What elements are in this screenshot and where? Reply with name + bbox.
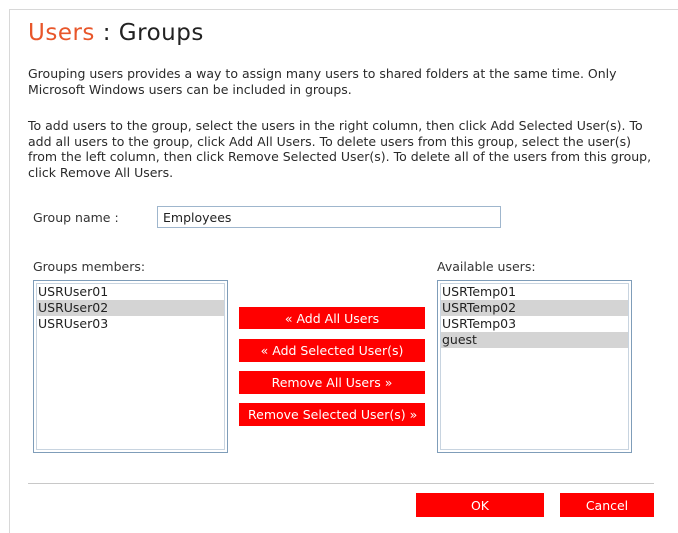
- list-item[interactable]: USRUser02: [37, 300, 224, 316]
- group-members-list-inner: USRUser01 USRUser02 USRUser03: [36, 283, 225, 450]
- group-name-input[interactable]: [157, 206, 501, 228]
- title-groups: Groups: [118, 20, 204, 46]
- footer-divider: [28, 483, 654, 484]
- group-name-label: Group name :: [33, 210, 119, 225]
- group-members-label: Groups members:: [33, 259, 146, 274]
- available-users-label: Available users:: [437, 259, 536, 274]
- add-selected-users-button[interactable]: « Add Selected User(s): [239, 339, 425, 362]
- description-intro: Grouping users provides a way to assign …: [28, 66, 617, 97]
- group-members-list[interactable]: USRUser01 USRUser02 USRUser03: [33, 280, 228, 453]
- list-item[interactable]: USRTemp02: [441, 300, 628, 316]
- ok-button[interactable]: OK: [416, 493, 544, 517]
- title-users: Users: [28, 20, 95, 46]
- available-users-list-inner: USRTemp01 USRTemp02 USRTemp03 guest: [440, 283, 629, 450]
- list-item[interactable]: USRTemp01: [441, 284, 628, 300]
- list-item[interactable]: USRUser01: [37, 284, 224, 300]
- list-item[interactable]: USRUser03: [37, 316, 224, 332]
- description-instructions: To add users to the group, select the us…: [28, 118, 652, 180]
- list-item[interactable]: USRTemp03: [441, 316, 628, 332]
- remove-all-users-button[interactable]: Remove All Users »: [239, 371, 425, 394]
- remove-selected-users-button[interactable]: Remove Selected User(s) »: [239, 403, 425, 426]
- available-users-list[interactable]: USRTemp01 USRTemp02 USRTemp03 guest: [437, 280, 632, 453]
- title-separator: :: [94, 20, 119, 46]
- page-title: Users : Groups: [28, 20, 204, 46]
- cancel-button[interactable]: Cancel: [560, 493, 654, 517]
- list-item[interactable]: guest: [441, 332, 628, 348]
- add-all-users-button[interactable]: « Add All Users: [239, 307, 425, 329]
